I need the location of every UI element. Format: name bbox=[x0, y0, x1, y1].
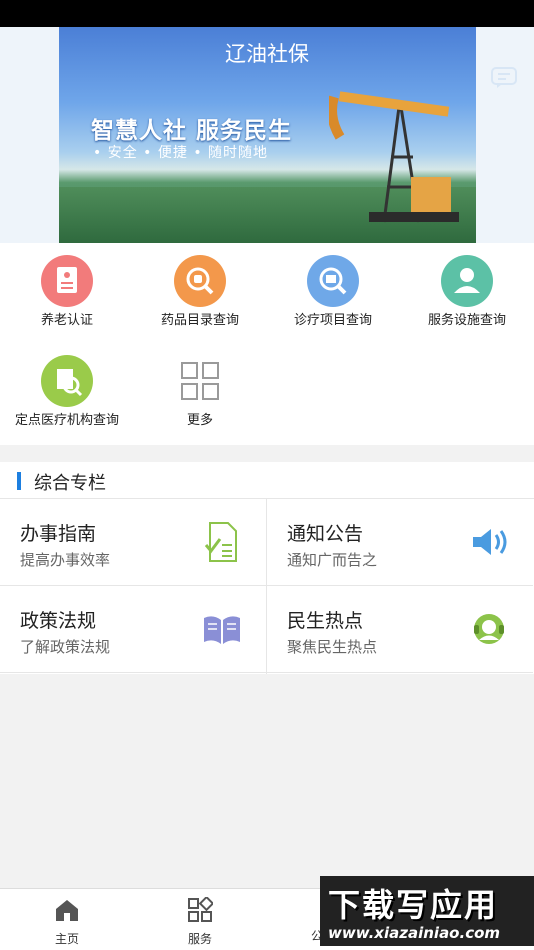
service-treatment-search[interactable]: 诊疗项目查询 bbox=[266, 255, 400, 329]
book-icon bbox=[204, 616, 240, 644]
treatment-search-icon bbox=[307, 255, 359, 307]
tab-services[interactable]: 服务 bbox=[165, 895, 235, 947]
service-medicine-search[interactable]: 药品目录查询 bbox=[133, 255, 267, 329]
medicine-search-icon bbox=[174, 255, 226, 307]
message-icon[interactable] bbox=[491, 67, 517, 89]
watermark-title: 下载写应用 bbox=[328, 886, 499, 924]
section-header: 综合专栏 bbox=[0, 462, 534, 499]
oil-pumpjack-icon bbox=[329, 91, 459, 223]
card-divider bbox=[266, 499, 267, 674]
hospital-search-icon bbox=[41, 355, 93, 407]
service-label: 诊疗项目查询 bbox=[293, 313, 372, 328]
speaker-icon bbox=[473, 529, 507, 555]
card-notice[interactable]: 通知公告 通知广而告之 bbox=[267, 499, 533, 586]
card-subtitle: 提高办事效率 bbox=[20, 551, 111, 569]
service-facility-search[interactable]: 服务设施查询 bbox=[400, 255, 534, 329]
service-label: 定点医疗机构查询 bbox=[14, 413, 119, 428]
card-subtitle: 了解政策法规 bbox=[20, 638, 111, 656]
service-pension-auth[interactable]: 养老认证 bbox=[0, 255, 134, 329]
section-accent-bar bbox=[17, 472, 21, 490]
column-cards: 办事指南 提高办事效率 通知公告 通知广而告之 政策法规 了解政策法规 民生热点… bbox=[0, 499, 534, 674]
home-icon bbox=[56, 900, 78, 921]
watermark: 下载写应用 www.xiazainiao.com bbox=[320, 876, 534, 946]
facility-search-icon bbox=[441, 255, 493, 307]
card-title: 办事指南 bbox=[20, 523, 97, 545]
banner-slogan-sub: • 安全 • 便捷 • 随时随地 bbox=[93, 145, 269, 161]
service-grid: 养老认证 药品目录查询 诊疗项目查询 服务设施查询 定点医疗机构查询 更多 bbox=[0, 243, 534, 445]
service-label: 更多 bbox=[186, 413, 213, 428]
service-label: 养老认证 bbox=[40, 313, 93, 328]
services-icon bbox=[188, 895, 215, 922]
service-label: 药品目录查询 bbox=[160, 313, 239, 328]
card-subtitle: 聚焦民生热点 bbox=[287, 638, 378, 656]
service-hospital-search[interactable]: 定点医疗机构查询 bbox=[0, 355, 134, 429]
card-title: 民生热点 bbox=[287, 610, 364, 632]
status-bar bbox=[0, 0, 534, 27]
service-more[interactable]: 更多 bbox=[133, 355, 267, 429]
tab-label: 服务 bbox=[187, 932, 212, 946]
card-hotspot[interactable]: 民生热点 聚焦民生热点 bbox=[267, 586, 533, 673]
tab-home[interactable]: 主页 bbox=[32, 897, 102, 947]
checklist-icon bbox=[204, 522, 237, 562]
card-guide[interactable]: 办事指南 提高办事效率 bbox=[0, 499, 266, 586]
pension-certificate-icon bbox=[41, 255, 93, 307]
card-policy[interactable]: 政策法规 了解政策法规 bbox=[0, 586, 266, 673]
card-subtitle: 通知广而告之 bbox=[287, 551, 378, 569]
card-title: 政策法规 bbox=[20, 610, 97, 632]
page-title: 辽油社保 bbox=[225, 42, 309, 66]
section-title: 综合专栏 bbox=[34, 473, 106, 494]
banner-slogan: 智慧人社 服务民生 bbox=[91, 118, 293, 144]
more-grid-icon bbox=[174, 355, 226, 407]
headset-icon bbox=[474, 614, 504, 644]
card-title: 通知公告 bbox=[287, 523, 364, 545]
service-label: 服务设施查询 bbox=[427, 313, 506, 328]
tab-label: 主页 bbox=[54, 932, 79, 946]
watermark-url: www.xiazainiao.com bbox=[328, 924, 501, 942]
